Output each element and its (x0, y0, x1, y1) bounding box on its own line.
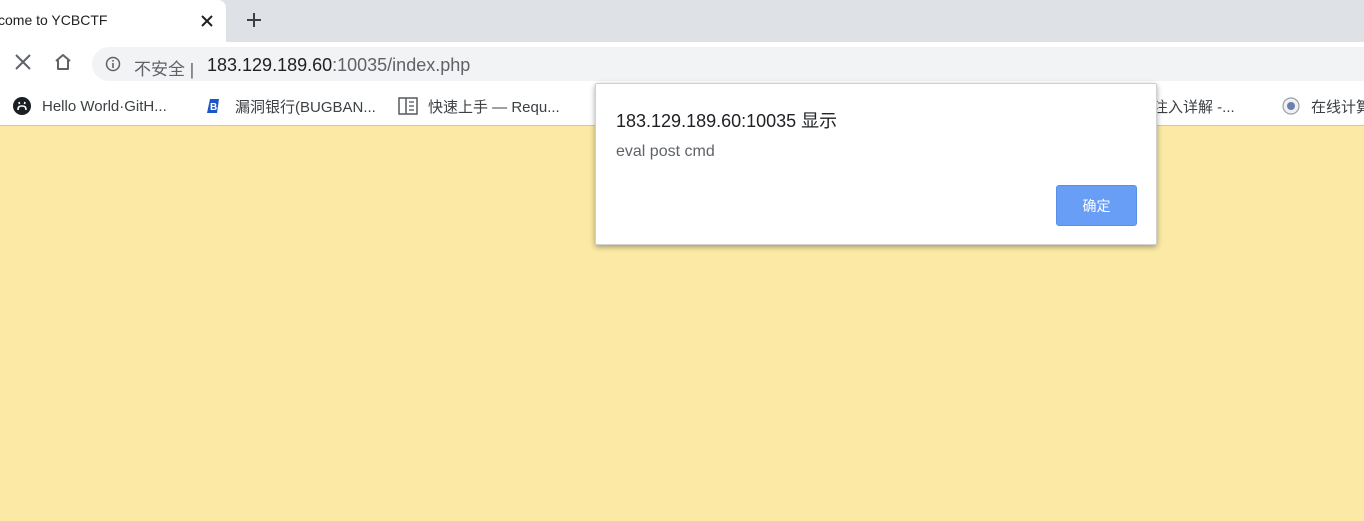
dialog-title: 183.129.189.60:10035 显示 (616, 111, 838, 131)
bookmark-label: 快速上手 — Requ... (428, 98, 560, 116)
svg-text:B: B (210, 102, 217, 113)
alert-dialog: 183.129.189.60:10035 显示 eval post cmd 确定 (595, 83, 1157, 245)
tab-title: come to YCBCTF (0, 12, 108, 28)
info-icon[interactable] (105, 56, 121, 72)
bookmark-item[interactable]: 快速上手 — Requ... (398, 95, 560, 117)
dialog-message: eval post cmd (616, 143, 715, 160)
bookmark-item[interactable]: B 漏洞银行(BUGBAN... (205, 95, 376, 117)
url-host: 183.129.189.60 (207, 55, 333, 75)
calc-icon (1281, 96, 1301, 116)
security-label[interactable]: 不安全 | (134, 55, 194, 80)
address-bar[interactable]: 不安全 | 183.129.189.60:10035/index.php (92, 47, 1364, 81)
home-icon (53, 52, 73, 77)
tab-strip: come to YCBCTF (0, 0, 1364, 42)
url-path: :10035/index.php (332, 55, 471, 75)
bookmark-item[interactable]: 注入详解 -... (1153, 95, 1235, 117)
book-icon (398, 96, 418, 116)
bugbank-icon: B (205, 96, 225, 116)
bookmark-item[interactable]: 在线计算 (1281, 95, 1364, 117)
home-button[interactable] (49, 50, 77, 78)
github-icon (12, 96, 32, 116)
bookmark-label: Hello World·GitH... (42, 97, 167, 115)
bookmark-item[interactable]: Hello World·GitH... (12, 95, 167, 117)
url-text[interactable]: 183.129.189.60:10035/index.php (207, 55, 470, 76)
close-icon[interactable] (197, 11, 217, 31)
browser-tab[interactable]: come to YCBCTF (0, 0, 226, 42)
bookmark-label: 漏洞银行(BUGBAN... (235, 98, 376, 116)
close-icon (14, 53, 32, 76)
plus-icon[interactable] (243, 9, 265, 31)
bookmark-label: 在线计算 (1311, 98, 1364, 116)
stop-button[interactable] (9, 50, 37, 78)
bookmark-label: 注入详解 -... (1153, 98, 1235, 116)
toolbar: 不安全 | 183.129.189.60:10035/index.php (0, 42, 1364, 86)
ok-button[interactable]: 确定 (1056, 185, 1137, 226)
